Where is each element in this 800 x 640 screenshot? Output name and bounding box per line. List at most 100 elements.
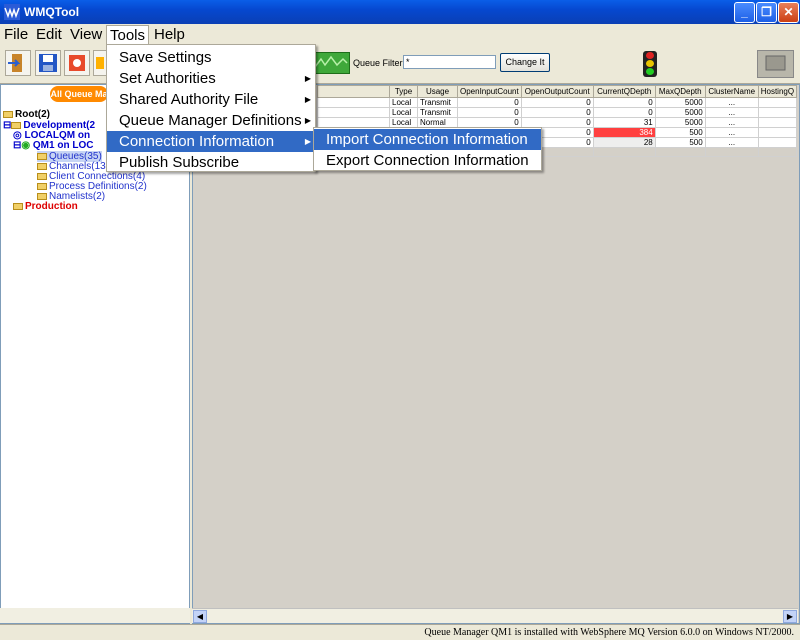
table-cell bbox=[317, 107, 390, 118]
table-cell: 28 bbox=[592, 137, 656, 148]
tree-scrollbar[interactable] bbox=[0, 608, 190, 623]
save-icon[interactable] bbox=[35, 50, 61, 76]
table-cell bbox=[704, 147, 759, 157]
column-header[interactable]: HostingQ bbox=[757, 85, 798, 98]
table-cell: ... bbox=[704, 137, 759, 148]
table-cell: 500 bbox=[654, 137, 706, 148]
status-bar: Queue Manager QM1 is installed with WebS… bbox=[0, 624, 800, 640]
app-icon bbox=[4, 4, 20, 20]
menu-edit[interactable]: Edit bbox=[33, 25, 65, 44]
table-row[interactable]: Local Normal 0 0 31 5000 ... bbox=[317, 117, 798, 128]
menu-item-publish-subscribe[interactable]: Publish Subscribe bbox=[107, 152, 315, 173]
folder-icon bbox=[11, 121, 22, 129]
window-title: WMQTool bbox=[24, 5, 80, 19]
grid-horizontal-scrollbar[interactable]: ◀ ▶ bbox=[192, 608, 798, 623]
table-cell-alert: 384 bbox=[592, 127, 656, 138]
status-text: Queue Manager QM1 is installed with WebS… bbox=[424, 627, 794, 638]
menu-item-label: Connection Information bbox=[119, 133, 275, 150]
menu-item-connection-information[interactable]: Connection Information ▶ bbox=[107, 131, 315, 152]
menu-file[interactable]: File bbox=[1, 25, 31, 44]
menu-help[interactable]: Help bbox=[151, 25, 188, 44]
table-cell bbox=[757, 147, 798, 157]
table-cell: 31 bbox=[592, 117, 656, 128]
table-row[interactable]: Local Transmit 0 0 0 5000 ... bbox=[317, 107, 798, 118]
table-cell bbox=[317, 117, 390, 128]
table-cell: 0 bbox=[592, 97, 656, 108]
menu-view[interactable]: View bbox=[67, 25, 105, 44]
table-cell bbox=[757, 117, 798, 128]
table-cell: 0 bbox=[520, 117, 594, 128]
tree-production[interactable]: Production bbox=[13, 201, 78, 212]
table-header-row: Type Usage OpenInputCount OpenOutputCoun… bbox=[317, 85, 798, 98]
menu-item-label: Shared Authority File bbox=[119, 91, 259, 108]
exit-icon[interactable] bbox=[5, 50, 31, 76]
monitor-button[interactable] bbox=[312, 52, 350, 74]
menu-item-export-connection-information[interactable]: Export Connection Information bbox=[314, 150, 541, 171]
table-cell: ... bbox=[704, 107, 759, 118]
column-header[interactable]: ClusterName bbox=[704, 85, 759, 98]
submenu-arrow-icon: ▶ bbox=[304, 74, 311, 83]
table-cell: 0 bbox=[457, 107, 522, 118]
menu-item-queue-manager-definitions[interactable]: Queue Manager Definitions ▶ bbox=[107, 110, 315, 131]
table-cell: ... bbox=[704, 127, 759, 138]
folder-icon bbox=[13, 202, 23, 210]
menu-item-import-connection-information[interactable]: Import Connection Information bbox=[314, 129, 541, 150]
tools-menu: Save Settings Set Authorities ▶ Shared Au… bbox=[106, 44, 316, 172]
table-cell: Local bbox=[389, 107, 418, 118]
folder-icon bbox=[37, 172, 47, 180]
menu-item-label: Set Authorities bbox=[119, 70, 216, 87]
minimize-button[interactable]: _ bbox=[734, 2, 755, 23]
tree-root[interactable]: Root(2) bbox=[3, 109, 50, 120]
menu-item-label: Import Connection Information bbox=[326, 131, 528, 148]
table-cell: Transmit bbox=[417, 97, 458, 108]
connection-information-submenu: Import Connection Information Export Con… bbox=[313, 127, 542, 171]
submenu-arrow-icon: ▶ bbox=[304, 95, 311, 104]
table-cell: Local bbox=[389, 97, 418, 108]
edit-icon[interactable] bbox=[93, 50, 107, 76]
console-icon[interactable] bbox=[757, 50, 794, 78]
menu-item-set-authorities[interactable]: Set Authorities ▶ bbox=[107, 68, 315, 89]
queue-filter-label: Queue Filter: bbox=[353, 58, 406, 68]
column-header[interactable]: MaxQDepth bbox=[654, 85, 706, 98]
restore-button[interactable]: ❐ bbox=[756, 2, 777, 23]
table-cell: 0 bbox=[520, 97, 594, 108]
column-header[interactable]: OpenInputCount bbox=[457, 85, 522, 98]
column-header[interactable]: Type bbox=[389, 85, 418, 98]
scroll-left-icon[interactable]: ◀ bbox=[193, 610, 207, 623]
table-cell: ... bbox=[704, 117, 759, 128]
tree-qm1-label: QM1 on LOC bbox=[32, 140, 94, 151]
table-cell: 0 bbox=[592, 107, 656, 118]
app-window: WMQTool _ ❐ ✕ File Edit View Tools Help … bbox=[0, 0, 800, 640]
tree-qm1[interactable]: ⊟◉ QM1 on LOC bbox=[13, 140, 93, 151]
table-cell bbox=[757, 137, 798, 148]
close-button[interactable]: ✕ bbox=[778, 2, 799, 23]
menu-item-shared-authority-file[interactable]: Shared Authority File ▶ bbox=[107, 89, 315, 110]
table-cell: Transmit bbox=[417, 107, 458, 118]
submenu-arrow-icon: ▶ bbox=[304, 116, 311, 125]
table-cell bbox=[654, 147, 706, 157]
authority-icon[interactable] bbox=[64, 50, 90, 76]
submenu-arrow-icon: ▶ bbox=[304, 137, 311, 146]
column-header[interactable]: CurrentQDepth bbox=[592, 85, 656, 98]
table-cell: 0 bbox=[520, 107, 594, 118]
menu-item-save-settings[interactable]: Save Settings bbox=[107, 47, 315, 68]
table-row[interactable]: Local Transmit 0 0 0 5000 ... bbox=[317, 97, 798, 108]
folder-icon bbox=[37, 192, 47, 200]
table-cell: Normal bbox=[417, 117, 458, 128]
column-header-name[interactable] bbox=[317, 85, 390, 98]
all-queue-managers-button[interactable]: All Queue Ma bbox=[50, 86, 108, 102]
menu-item-label: Save Settings bbox=[119, 49, 212, 66]
connected-icon: ◉ bbox=[21, 140, 31, 151]
menu-item-label: Publish Subscribe bbox=[119, 154, 240, 171]
column-header[interactable]: Usage bbox=[417, 85, 458, 98]
menu-tools[interactable]: Tools bbox=[106, 25, 150, 44]
table-cell: Local bbox=[389, 117, 418, 128]
folder-icon bbox=[37, 152, 47, 160]
column-header[interactable]: OpenOutputCount bbox=[520, 85, 594, 98]
title-bar[interactable]: WMQTool _ ❐ ✕ bbox=[0, 0, 800, 24]
menu-item-label: Export Connection Information bbox=[326, 152, 529, 169]
scroll-right-icon[interactable]: ▶ bbox=[783, 610, 797, 623]
table-cell: ... bbox=[704, 97, 759, 108]
change-it-button[interactable]: Change It bbox=[500, 53, 550, 72]
queue-filter-input[interactable]: * bbox=[403, 55, 496, 69]
